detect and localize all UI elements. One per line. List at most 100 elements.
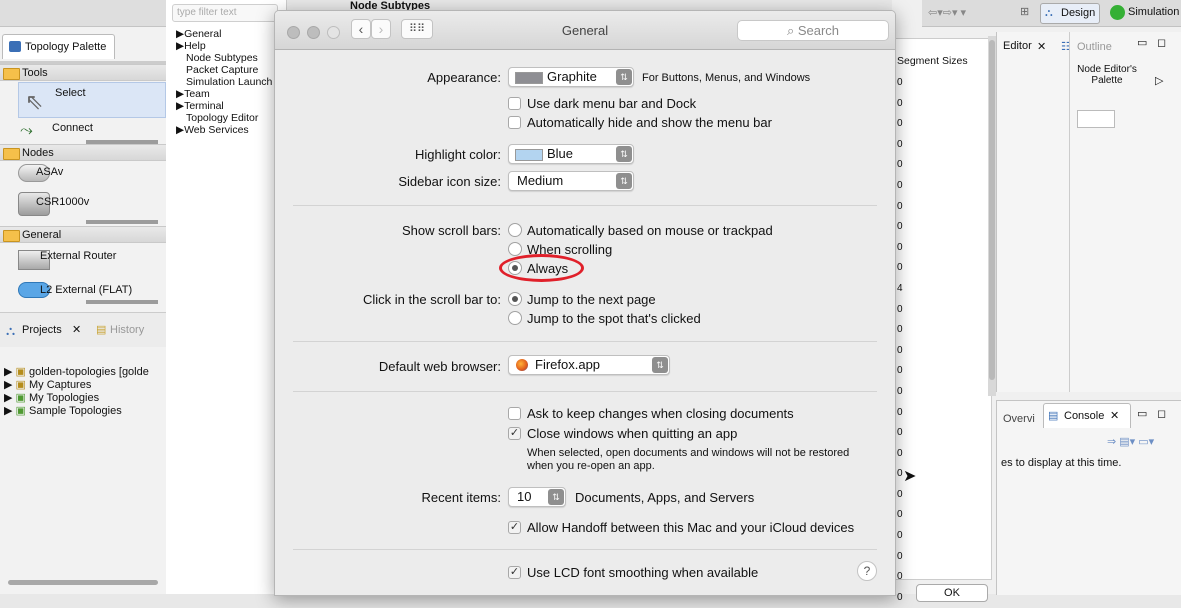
segment-value: 0: [897, 509, 903, 521]
segment-value: 0: [897, 447, 903, 459]
maximize-icon[interactable]: ◻: [1157, 36, 1166, 49]
project-item[interactable]: ▶ ▣ Sample Topologies: [4, 405, 149, 418]
console-tab[interactable]: ▤ Console ✕: [1043, 403, 1131, 428]
scroll-auto-radio[interactable]: [508, 223, 522, 237]
projects-tabbar: ⛬ Projects ✕ ▤ History: [0, 312, 166, 347]
topology-palette-tab[interactable]: Topology Palette: [2, 34, 116, 59]
browser-popup[interactable]: Firefox.app ⇅: [508, 355, 670, 375]
close-icon[interactable]: ✕: [1110, 409, 1119, 422]
node-editor-palette[interactable]: Node Editor's Palette: [1077, 64, 1137, 86]
play-icon[interactable]: ▷: [1155, 74, 1163, 87]
palette-tools-icon[interactable]: [1077, 110, 1115, 128]
outline-tab[interactable]: Outline: [1077, 41, 1112, 53]
segment-value: 0: [897, 77, 903, 88]
tree-item[interactable]: Node Subtypes: [176, 52, 272, 64]
tree-item[interactable]: Simulation Launch: [176, 76, 272, 88]
drawer-scrollbar[interactable]: [86, 300, 158, 304]
help-button[interactable]: ?: [857, 561, 877, 581]
close-windows-label: Close windows when quitting an app: [527, 426, 738, 441]
project-item[interactable]: ▶ ▣ My Captures: [4, 379, 149, 392]
segment-value: 0: [897, 344, 903, 356]
segment-value: 0: [897, 468, 903, 480]
click-scroll-label: Click in the scroll bar to:: [363, 292, 501, 307]
segment-value: 0: [897, 200, 903, 212]
separator: [293, 549, 877, 550]
search-input[interactable]: ⌕ Search: [737, 20, 889, 41]
tree-item[interactable]: ▶Help: [176, 40, 272, 52]
perspective-icon[interactable]: ⊞: [1020, 5, 1029, 18]
editor-tab[interactable]: Editor: [1003, 40, 1032, 52]
segment-value: 0: [897, 488, 903, 500]
dark-menu-checkbox[interactable]: [508, 97, 521, 110]
popup-arrows-icon: ⇅: [548, 489, 564, 505]
preferences-tree: ▶General ▶Help Node Subtypes Packet Capt…: [176, 28, 272, 136]
scroll-when-scrolling-radio[interactable]: [508, 242, 522, 256]
palette-icon: [9, 41, 21, 52]
handoff-checkbox[interactable]: ✓: [508, 521, 521, 534]
vertical-scrollbar[interactable]: [988, 36, 996, 396]
general-external-router[interactable]: External Router: [18, 246, 164, 278]
drawer-nodes[interactable]: Nodes: [0, 144, 166, 161]
popup-arrows-icon: ⇅: [616, 146, 632, 162]
drawer-general[interactable]: General: [0, 226, 166, 243]
console-panel: Overvi ▤ Console ✕ ▭ ◻ ⇒ ▤▾ ▭▾ es to dis…: [996, 400, 1181, 595]
jump-to-spot-radio[interactable]: [508, 311, 522, 325]
recent-items-popup[interactable]: 10 ⇅: [508, 487, 566, 507]
segment-value: 0: [897, 138, 903, 150]
tool-select[interactable]: ⇖ Select: [18, 82, 166, 118]
close-icon[interactable]: ✕: [72, 323, 81, 336]
project-item[interactable]: ▶ ▣ golden-topologies [golde: [4, 366, 149, 379]
horizontal-scrollbar[interactable]: [8, 580, 158, 585]
highlight-swatch: [515, 149, 543, 161]
minimize-icon[interactable]: ▭: [1137, 36, 1147, 49]
simulation-button[interactable]: Simulation: [1108, 3, 1179, 22]
outline-panel: Editor ✕ ☷ Outline ▭ ◻ Node Editor's Pal…: [996, 32, 1181, 392]
popup-arrows-icon: ⇅: [616, 69, 632, 85]
segment-sizes-column: Segment Sizes 0 0 0 0 0 0 0 0 0 0 4 0 0 0 0 0 0 0 0 0 0 0 0 0 0 0: [890, 38, 992, 603]
perspective-toolbar: ⇦▾⇨▾ ▾ ⊞ ⛬ Design Simulation: [922, 0, 1181, 27]
maximize-icon[interactable]: ◻: [1157, 407, 1166, 420]
highlight-label: Highlight color:: [415, 147, 501, 162]
recent-items-suffix: Documents, Apps, and Servers: [575, 490, 755, 505]
tree-item[interactable]: ▶Terminal: [176, 100, 272, 112]
segment-value: 0: [897, 571, 903, 583]
drawer-scrollbar[interactable]: [86, 220, 158, 224]
highlight-popup[interactable]: Blue ⇅: [508, 144, 634, 164]
segment-value: 0: [897, 385, 903, 397]
separator: [293, 391, 877, 392]
dark-menu-label: Use dark menu bar and Dock: [527, 96, 697, 111]
ask-keep-changes-checkbox[interactable]: [508, 407, 521, 420]
nav-arrows-icon[interactable]: ⇦▾⇨▾ ▾: [928, 6, 966, 19]
projects-tab[interactable]: Projects: [22, 324, 62, 336]
tree-item[interactable]: ▶General: [176, 28, 272, 40]
appearance-popup[interactable]: Graphite ⇅: [508, 67, 634, 87]
filter-input[interactable]: type filter text: [172, 4, 278, 22]
tree-item[interactable]: Packet Capture: [176, 64, 272, 76]
ok-button[interactable]: OK: [916, 584, 988, 602]
segment-sizes-header: Segment Sizes: [897, 55, 968, 67]
general-l2-external[interactable]: L2 External (FLAT): [18, 280, 164, 312]
sidebar-size-popup[interactable]: Medium ⇅: [508, 171, 634, 191]
close-icon[interactable]: ✕: [1037, 40, 1046, 53]
lcd-smoothing-checkbox[interactable]: ✓: [508, 566, 521, 579]
console-toolbar-icons[interactable]: ⇒ ▤▾ ▭▾: [1107, 435, 1154, 448]
auto-hide-checkbox[interactable]: [508, 116, 521, 129]
tree-item[interactable]: ▶Web Services: [176, 124, 272, 136]
jump-next-page-radio[interactable]: [508, 292, 522, 306]
scroll-bars-label: Show scroll bars:: [402, 223, 501, 238]
tree-item[interactable]: Topology Editor: [176, 112, 272, 124]
tool-connect[interactable]: ⤳ Connect: [18, 120, 164, 142]
jump-next-page-label: Jump to the next page: [527, 292, 656, 307]
design-button[interactable]: ⛬ Design: [1040, 3, 1101, 24]
overview-tab[interactable]: Overvi: [1003, 413, 1035, 425]
history-tab[interactable]: History: [110, 324, 144, 336]
drawer-tools[interactable]: Tools: [0, 64, 166, 81]
console-message: es to display at this time.: [1001, 457, 1122, 469]
segment-value: 0: [897, 303, 903, 315]
project-item[interactable]: ▶ ▣ My Topologies: [4, 392, 149, 405]
segment-value: 0: [897, 262, 903, 274]
close-windows-checkbox[interactable]: ✓: [508, 427, 521, 440]
lcd-smoothing-label: Use LCD font smoothing when available: [527, 565, 759, 580]
minimize-icon[interactable]: ▭: [1137, 407, 1147, 420]
tree-item[interactable]: ▶Team: [176, 88, 272, 100]
